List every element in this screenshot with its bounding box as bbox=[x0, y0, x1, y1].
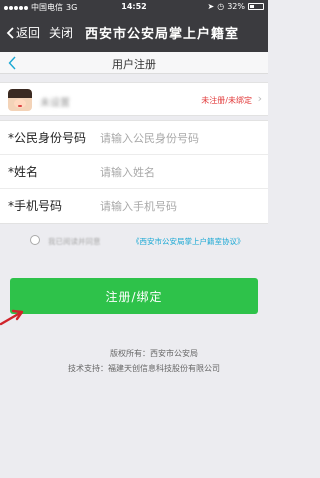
agreement-link[interactable]: 《西安市公安局掌上户籍室协议》 bbox=[132, 236, 245, 247]
battery-icon bbox=[248, 3, 264, 10]
status-right: ➤ ◷ 32% bbox=[208, 2, 264, 11]
name-input[interactable] bbox=[100, 161, 260, 183]
chevron-left-icon bbox=[6, 26, 14, 39]
registration-form: *公民身份号码 *姓名 *手机号码 bbox=[0, 120, 268, 224]
id-number-label: *公民身份号码 bbox=[8, 131, 87, 145]
footer: 版权所有：西安市公安局 技术支持：福建天创信息科技股份有限公司 bbox=[0, 346, 268, 376]
name-row: *姓名 bbox=[0, 155, 268, 189]
id-number-input[interactable] bbox=[100, 127, 260, 149]
agreement-prefix: 我已阅读并同意 bbox=[48, 237, 101, 246]
form-title: 用户注册 bbox=[112, 58, 156, 71]
register-bind-button[interactable]: 注册/绑定 bbox=[10, 278, 258, 314]
name-label: *姓名 bbox=[8, 165, 39, 179]
phone-row: *手机号码 bbox=[0, 189, 268, 223]
status-bar: 中国电信 3G 14:52 ➤ ◷ 32% bbox=[0, 0, 268, 14]
copyright-text: 版权所有：西安市公安局 bbox=[110, 349, 198, 358]
alarm-icon: ◷ bbox=[217, 2, 225, 11]
user-card[interactable]: 未设置 未注册/未绑定 › bbox=[0, 82, 268, 116]
page-title: 西安市公安局掌上户籍室 bbox=[85, 27, 240, 42]
agreement-row: 我已阅读并同意 《西安市公安局掌上户籍室协议》 bbox=[30, 234, 266, 248]
back-button[interactable]: 返回 bbox=[6, 24, 40, 41]
back-label: 返回 bbox=[16, 26, 41, 40]
sub-header: 用户注册 bbox=[0, 52, 268, 74]
close-button[interactable]: 关闭 bbox=[49, 24, 73, 41]
agreement-checkbox[interactable] bbox=[30, 235, 40, 245]
registration-status: 未注册/未绑定 bbox=[201, 96, 252, 105]
battery-percent: 32% bbox=[227, 2, 245, 11]
location-icon: ➤ bbox=[207, 2, 215, 11]
annotation-arrow-icon bbox=[0, 309, 24, 326]
nav-bar: 返回 关闭 西安市公安局掌上户籍室 bbox=[0, 14, 268, 52]
tech-support-text: 技术支持：福建天创信息科技股份有限公司 bbox=[68, 364, 220, 373]
username: 未设置 bbox=[40, 98, 70, 109]
chevron-right-icon: › bbox=[257, 92, 262, 105]
phone-label: *手机号码 bbox=[8, 199, 63, 213]
id-number-row: *公民身份号码 bbox=[0, 121, 268, 155]
avatar bbox=[8, 89, 32, 111]
phone-input[interactable] bbox=[100, 195, 260, 217]
battery-fill bbox=[250, 5, 254, 8]
